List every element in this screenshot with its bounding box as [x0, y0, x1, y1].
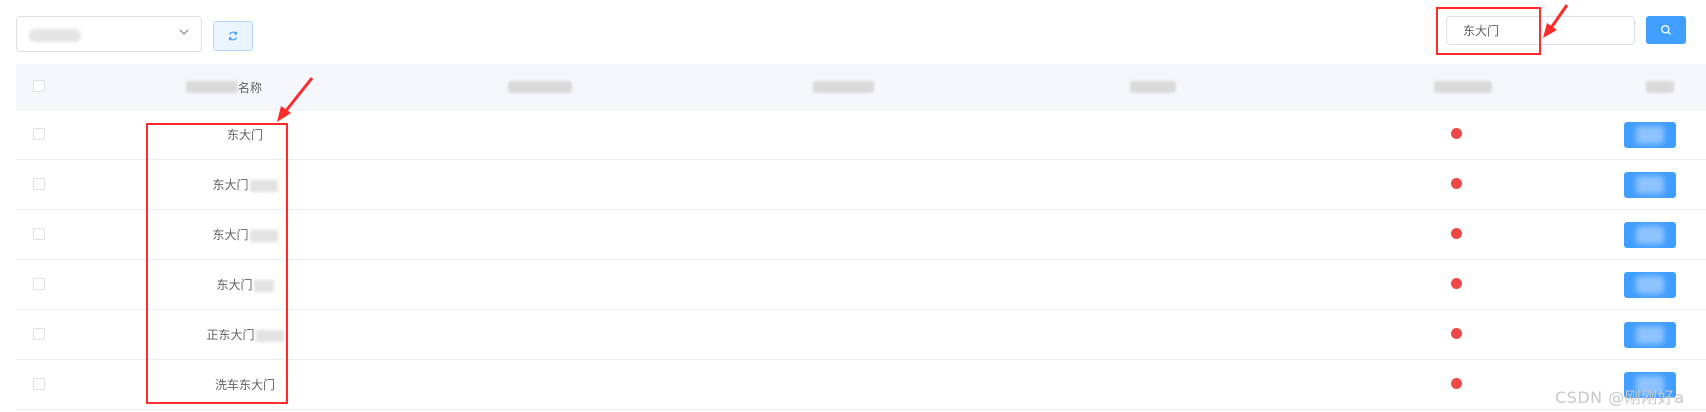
arrow-icon	[1549, 4, 1569, 29]
watermark: CSDN @刚刚好a	[1555, 388, 1685, 407]
arrow-icon	[283, 77, 314, 113]
arrow-head-icon	[1543, 23, 1557, 38]
annotation-arrows	[277, 4, 1569, 122]
